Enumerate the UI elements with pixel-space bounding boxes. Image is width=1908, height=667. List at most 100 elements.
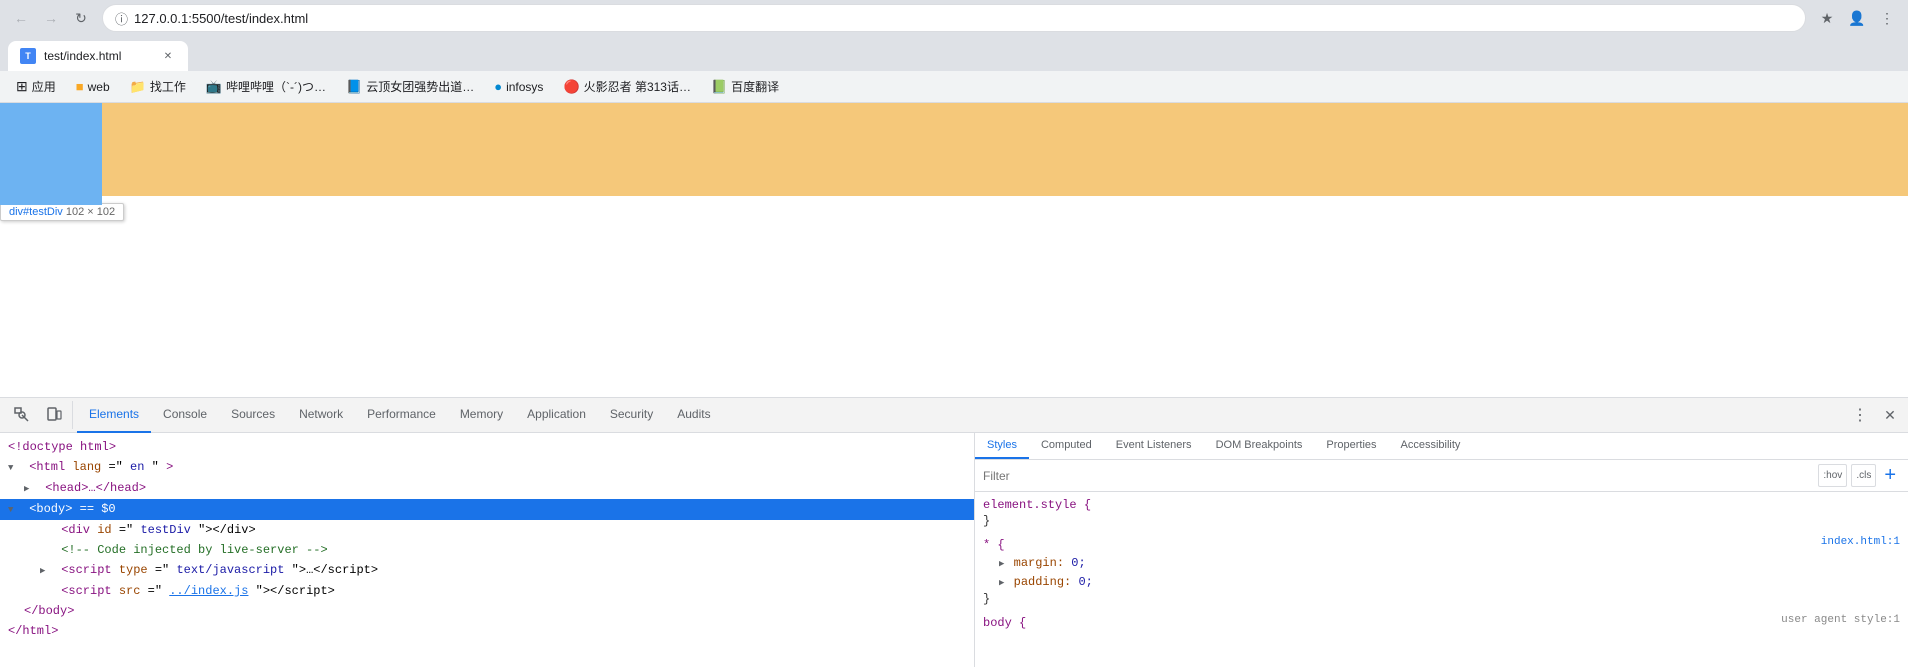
bookmark-yunshang[interactable]: 📘 云顶女团强势出道… (338, 74, 482, 99)
device-toolbar-button[interactable] (40, 401, 68, 429)
html-line-body-close[interactable]: </body> (0, 601, 974, 621)
html-line-html-close[interactable]: </html> (0, 621, 974, 641)
html-line-script1[interactable]: ▶ <script type =" text/javascript ">…</s… (0, 560, 974, 581)
web-label: web (88, 80, 110, 94)
bookmark-star-button[interactable]: ★ (1814, 5, 1840, 31)
cls-button[interactable]: .cls (1851, 464, 1876, 487)
style-selector-star-line: * { index.html:1 (983, 536, 1900, 554)
work-favicon: 📁 (130, 79, 146, 95)
yunshang-label: 云顶女团强势出道… (366, 78, 474, 95)
devtools-close-button[interactable]: ✕ (1876, 401, 1904, 429)
profile-button[interactable]: 👤 (1844, 5, 1870, 31)
style-rule-close-element: } (983, 514, 1900, 528)
infosys-label: infosys (506, 80, 543, 94)
menu-button[interactable]: ⋮ (1874, 5, 1900, 31)
styles-tab-dom-breakpoints[interactable]: DOM Breakpoints (1204, 433, 1315, 459)
devtools-panel: Elements Console Sources Network Perform… (0, 397, 1908, 667)
bilibili-label: 哔哩哔哩（`-´)つ… (226, 78, 326, 95)
tab-close-button[interactable]: ✕ (160, 48, 176, 64)
tab-network[interactable]: Network (287, 398, 355, 433)
bookmark-work[interactable]: 📁 找工作 (122, 74, 194, 99)
active-tab[interactable]: T test/index.html ✕ (8, 41, 188, 71)
tooltip-size: 102 × 102 (66, 206, 115, 218)
nav-buttons: ← → ↻ (8, 5, 94, 31)
tab-favicon: T (20, 48, 36, 64)
page-orange-background (80, 103, 1908, 196)
apps-label: 应用 (32, 78, 56, 95)
prop-name-margin: margin: (1014, 556, 1064, 570)
styles-tab-accessibility[interactable]: Accessibility (1389, 433, 1473, 459)
bookmark-bilibili[interactable]: 📺 哔哩哔哩（`-´)つ… (198, 74, 334, 99)
tab-performance[interactable]: Performance (355, 398, 448, 433)
tab-title: test/index.html (44, 49, 152, 63)
styles-filter-actions: :hov .cls + (1818, 464, 1900, 487)
tab-memory[interactable]: Memory (448, 398, 515, 433)
tab-bar: T test/index.html ✕ (0, 36, 1908, 71)
address-bar[interactable]: ⓘ 127.0.0.1:5500/test/index.html (102, 4, 1806, 32)
html-line-html[interactable]: ▼ <html lang =" en " > (0, 457, 974, 478)
style-selector-body-line: body { user agent style:1 (983, 614, 1900, 632)
styles-tab-properties[interactable]: Properties (1314, 433, 1388, 459)
naruto-label: 火影忍者 第313话… (584, 78, 691, 95)
html-line-script2[interactable]: <script src =" ../index.js "></script> (0, 581, 974, 601)
expand-html[interactable]: ▼ (8, 459, 22, 477)
style-prop-margin: ▶ margin: 0; (983, 554, 1900, 573)
hov-button[interactable]: :hov (1818, 464, 1847, 487)
html-line-comment[interactable]: <!-- Code injected by live-server --> (0, 540, 974, 560)
bookmark-baidu[interactable]: 📗 百度翻译 (703, 74, 787, 99)
style-source-link-star[interactable]: index.html:1 (1821, 536, 1900, 548)
styles-filter-input[interactable] (983, 469, 1814, 483)
tab-console[interactable]: Console (151, 398, 219, 433)
expand-body[interactable]: ▼ (8, 501, 22, 519)
devtools-content: <!doctype html> ▼ <html lang =" en " > ▶… (0, 433, 1908, 667)
html-line-head[interactable]: ▶ <head>…</head> (0, 478, 974, 499)
reload-button[interactable]: ↻ (68, 5, 94, 31)
inspect-element-button[interactable] (8, 401, 36, 429)
forward-button[interactable]: → (38, 5, 64, 31)
html-line-doctype[interactable]: <!doctype html> (0, 437, 974, 457)
tab-application[interactable]: Application (515, 398, 598, 433)
expand-script1[interactable]: ▶ (40, 562, 54, 580)
element-tooltip: div#testDiv 102 × 102 (0, 203, 124, 221)
back-button[interactable]: ← (8, 5, 34, 31)
tab-sources[interactable]: Sources (219, 398, 287, 433)
prop-name-padding: padding: (1014, 575, 1072, 589)
secure-icon: ⓘ (115, 9, 128, 28)
bookmark-apps[interactable]: ⊞ 应用 (8, 74, 64, 99)
web-favicon: ■ (76, 79, 84, 94)
bookmarks-bar: ⊞ 应用 ■ web 📁 找工作 📺 哔哩哔哩（`-´)つ… 📘 云顶女团强势出… (0, 71, 1908, 103)
styles-tab-event-listeners[interactable]: Event Listeners (1104, 433, 1204, 459)
browser-window: ← → ↻ ⓘ 127.0.0.1:5500/test/index.html ★… (0, 0, 1908, 667)
html-lang-val: en (130, 460, 144, 474)
elements-panel: <!doctype html> ▼ <html lang =" en " > ▶… (0, 433, 975, 667)
tab-audits[interactable]: Audits (665, 398, 722, 433)
tab-elements[interactable]: Elements (77, 398, 151, 433)
page-content: div#testDiv 102 × 102 (0, 103, 1908, 667)
page-viewport: div#testDiv 102 × 102 (0, 103, 1908, 397)
add-style-button[interactable]: + (1880, 464, 1900, 487)
margin-expand-arrow[interactable]: ▶ (999, 555, 1004, 573)
devtools-more-button[interactable]: ⋮ (1846, 401, 1874, 429)
bookmark-web[interactable]: ■ web (68, 75, 118, 98)
bookmark-naruto[interactable]: 🔴 火影忍者 第313话… (555, 74, 699, 99)
tab-security[interactable]: Security (598, 398, 665, 433)
apps-grid-icon: ⊞ (16, 78, 28, 95)
bilibili-favicon: 📺 (206, 79, 222, 95)
styles-tab-styles[interactable]: Styles (975, 433, 1029, 459)
style-source-link-body[interactable]: user agent style:1 (1781, 614, 1900, 626)
style-rule-body: body { user agent style:1 (983, 614, 1900, 632)
styles-subtabs: Styles Computed Event Listeners DOM Brea… (975, 433, 1908, 460)
html-tag: <html (29, 460, 72, 474)
bookmark-infosys[interactable]: ● infosys (486, 75, 551, 98)
html-line-testdiv[interactable]: <div id =" testDiv "></div> (0, 520, 974, 540)
html-line-body[interactable]: ▼ <body> == $0 (0, 499, 974, 520)
devtools-tabs: Elements Console Sources Network Perform… (0, 398, 1908, 433)
styles-content: element.style { } * { index.html:1 (975, 492, 1908, 667)
work-label: 找工作 (150, 78, 186, 95)
browser-topbar: ← → ↻ ⓘ 127.0.0.1:5500/test/index.html ★… (0, 0, 1908, 36)
baidu-favicon: 📗 (711, 79, 727, 95)
styles-tab-computed[interactable]: Computed (1029, 433, 1104, 459)
expand-head[interactable]: ▶ (24, 480, 38, 498)
padding-expand-arrow[interactable]: ▶ (999, 574, 1004, 592)
prop-val-margin: 0; (1071, 556, 1085, 570)
